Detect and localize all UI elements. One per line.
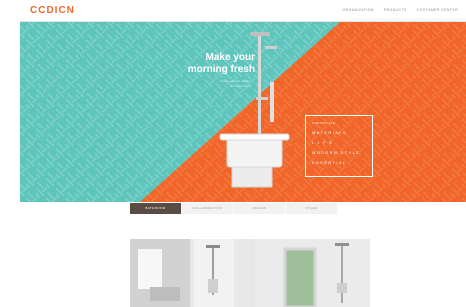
nav-item-products[interactable]: PRODUCTS xyxy=(384,8,407,12)
hero-banner: Make your morning fresh Lorem ipsum dolo… xyxy=(20,22,466,202)
tab-design[interactable]: DESIGN xyxy=(234,203,286,214)
badge-line-2: L I F E xyxy=(312,140,334,145)
browser-page: CCDICN ORGANIZATION PRODUCTS CUSTOMER CE… xyxy=(20,0,466,307)
hero-headline-line-1: Make your xyxy=(205,52,255,63)
product-card-shower[interactable] xyxy=(255,239,370,307)
top-navigation-bar: CCDICN ORGANIZATION PRODUCTS CUSTOMER CE… xyxy=(20,0,466,22)
tab-other[interactable]: OTHER xyxy=(286,203,338,214)
badge-small-text: CCDICN LIFE xyxy=(312,121,336,125)
hero-badge: CCDICN LIFE MATERIALS L I F E MODERN STY… xyxy=(305,115,373,177)
hero-subtext-1: Lorem ipsum dolor xyxy=(220,79,250,83)
bathroom-interior-image xyxy=(130,239,262,307)
category-tabs: BATHROOM COLLABORATION DESIGN OTHER xyxy=(130,203,338,214)
shower-product-image xyxy=(219,32,290,188)
brand-logo[interactable]: CCDICN xyxy=(30,5,75,16)
shower-panel-image xyxy=(255,239,370,307)
tab-bathroom[interactable]: BATHROOM xyxy=(130,203,182,214)
badge-line-1: MATERIALS xyxy=(312,130,347,135)
badge-line-4: ESSENTIAL xyxy=(312,160,347,165)
hero-headline: Make your morning fresh xyxy=(175,52,255,76)
tab-collaboration[interactable]: COLLABORATION xyxy=(182,203,234,214)
badge-line-3: MODERN STYLE xyxy=(312,150,361,155)
nav-item-customer-center[interactable]: CUSTOMER CENTER xyxy=(417,8,458,12)
hero-subtext-2: sit amet elit xyxy=(230,84,250,88)
main-nav: ORGANIZATION PRODUCTS CUSTOMER CENTER xyxy=(343,8,458,12)
hero-headline-line-2: morning fresh xyxy=(187,64,255,75)
product-card-bathroom[interactable] xyxy=(130,239,262,307)
nav-item-organization[interactable]: ORGANIZATION xyxy=(343,8,374,12)
